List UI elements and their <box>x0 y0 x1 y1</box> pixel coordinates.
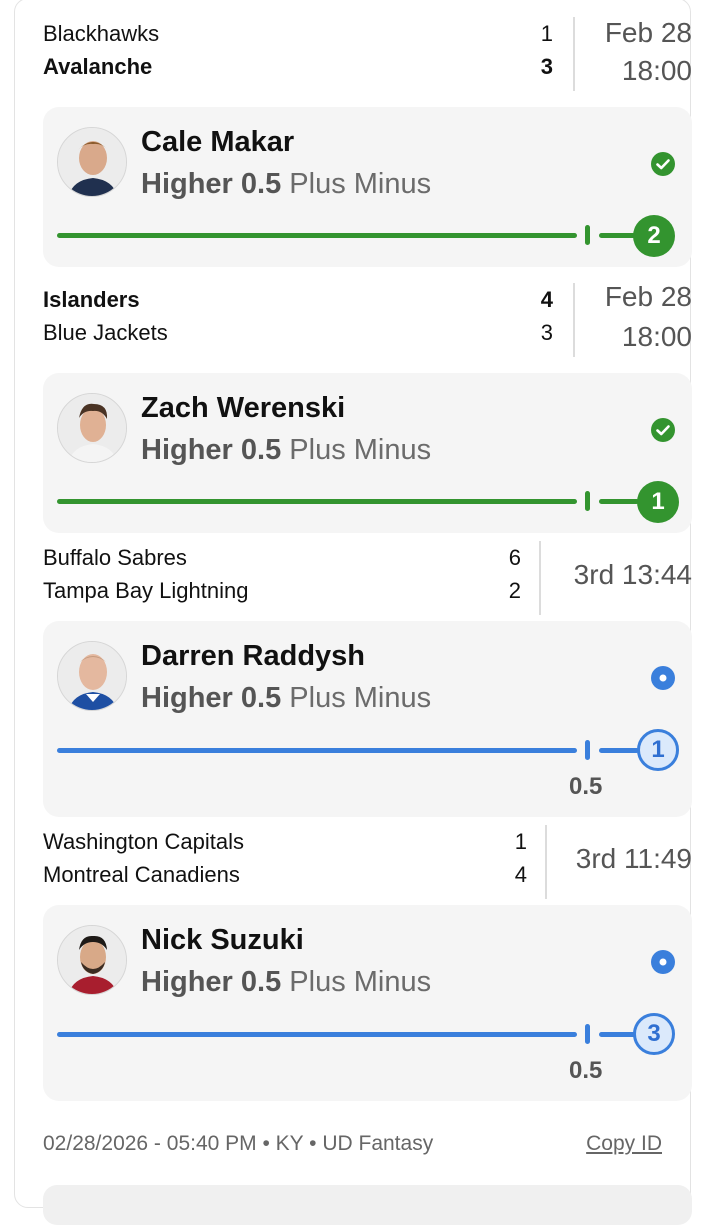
live-dot-icon <box>651 950 675 974</box>
game-row: Buffalo Sabres 6 Tampa Bay Lightning 2 3… <box>43 541 692 615</box>
current-value: 1 <box>637 481 679 523</box>
next-card[interactable] <box>43 1185 692 1225</box>
line-marker <box>585 740 590 760</box>
pick-direction: Higher <box>141 434 233 466</box>
team-score: 1 <box>540 21 553 46</box>
progress-bar <box>57 233 577 238</box>
team-name: Washington Capitals <box>43 829 244 854</box>
divider <box>573 283 575 357</box>
current-value: 2 <box>633 215 675 257</box>
team-score: 3 <box>540 54 553 79</box>
game-row: Islanders 4 Blue Jackets 3 Feb 28 18:00 <box>43 281 692 357</box>
pick-card[interactable]: Cale Makar Higher 0.5 Plus Minus 2 <box>43 107 692 267</box>
pick-line: Higher 0.5 Plus Minus <box>141 433 431 467</box>
team-name: Islanders <box>43 287 140 312</box>
line-label: 0.5 <box>569 1057 603 1084</box>
divider <box>573 17 575 91</box>
pick-card[interactable]: Zach Werenski Higher 0.5 Plus Minus 1 <box>43 373 692 533</box>
game-date: Feb 28 <box>604 17 692 48</box>
pick-card[interactable]: Nick Suzuki Higher 0.5 Plus Minus 3 0.5 <box>43 905 692 1101</box>
divider <box>539 541 541 615</box>
line-label: 0.5 <box>569 773 603 800</box>
check-circle-icon <box>651 418 675 442</box>
game-clock: 3rd 13:44 <box>573 559 692 590</box>
progress-bar <box>57 748 577 753</box>
game-time: 18:00 <box>621 321 692 352</box>
player-avatar <box>57 925 127 995</box>
team-name: Buffalo Sabres <box>43 545 187 570</box>
player-name: Nick Suzuki <box>141 924 304 956</box>
pick-direction: Higher <box>141 966 233 998</box>
check-circle-icon <box>651 152 675 176</box>
progress-bar-end <box>599 748 639 753</box>
team-name: Montreal Canadiens <box>43 862 240 887</box>
pick-line: Higher 0.5 Plus Minus <box>141 965 431 999</box>
pick-line: Higher 0.5 Plus Minus <box>141 681 431 715</box>
progress-bar <box>57 1032 577 1037</box>
team-score: 3 <box>540 320 553 345</box>
team-name: Blue Jackets <box>43 320 168 345</box>
live-dot-icon <box>651 666 675 690</box>
pick-value: 0.5 <box>240 682 282 714</box>
line-marker <box>585 1024 590 1044</box>
team-score: 4 <box>514 862 527 887</box>
progress-bar-end <box>599 499 639 504</box>
pick-value: 0.5 <box>240 168 282 200</box>
team-name: Tampa Bay Lightning <box>43 578 249 603</box>
pick-stat: Plus Minus <box>289 434 432 466</box>
divider <box>545 825 547 899</box>
team-name: Avalanche <box>43 54 153 79</box>
pick-stat: Plus Minus <box>289 966 432 998</box>
current-value: 3 <box>633 1013 675 1055</box>
pick-stat: Plus Minus <box>289 168 432 200</box>
entry-meta: 02/28/2026 - 05:40 PM • KY • UD Fantasy <box>43 1132 434 1155</box>
team-score: 6 <box>508 545 521 570</box>
game-row: Blackhawks 1 Avalanche 3 Feb 28 18:00 <box>43 17 692 91</box>
pick-stat: Plus Minus <box>289 682 432 714</box>
pick-card[interactable]: Darren Raddysh Higher 0.5 Plus Minus 1 0… <box>43 621 692 817</box>
pick-direction: Higher <box>141 168 233 200</box>
team-score: 1 <box>514 829 527 854</box>
team-score: 2 <box>508 578 521 603</box>
game-date: Feb 28 <box>604 281 692 312</box>
pick-line: Higher 0.5 Plus Minus <box>141 167 431 201</box>
current-value: 1 <box>637 729 679 771</box>
pick-direction: Higher <box>141 682 233 714</box>
progress-bar <box>57 499 577 504</box>
line-marker <box>585 491 590 511</box>
game-time: 18:00 <box>621 55 692 86</box>
copy-id-link[interactable]: Copy ID <box>586 1131 662 1157</box>
player-name: Darren Raddysh <box>141 640 366 672</box>
player-avatar <box>57 641 127 711</box>
player-name: Cale Makar <box>141 126 295 158</box>
player-avatar <box>57 127 127 197</box>
entry-card: Blackhawks 1 Avalanche 3 Feb 28 18:00 Ca… <box>14 0 692 1225</box>
pick-value: 0.5 <box>240 434 282 466</box>
line-marker <box>585 225 590 245</box>
team-name: Blackhawks <box>43 21 160 46</box>
game-row: Washington Capitals 1 Montreal Canadiens… <box>43 825 692 899</box>
game-clock: 3rd 11:49 <box>575 843 692 874</box>
player-name: Zach Werenski <box>141 392 346 424</box>
player-avatar <box>57 393 127 463</box>
team-score: 4 <box>540 287 553 312</box>
pick-value: 0.5 <box>240 966 282 998</box>
